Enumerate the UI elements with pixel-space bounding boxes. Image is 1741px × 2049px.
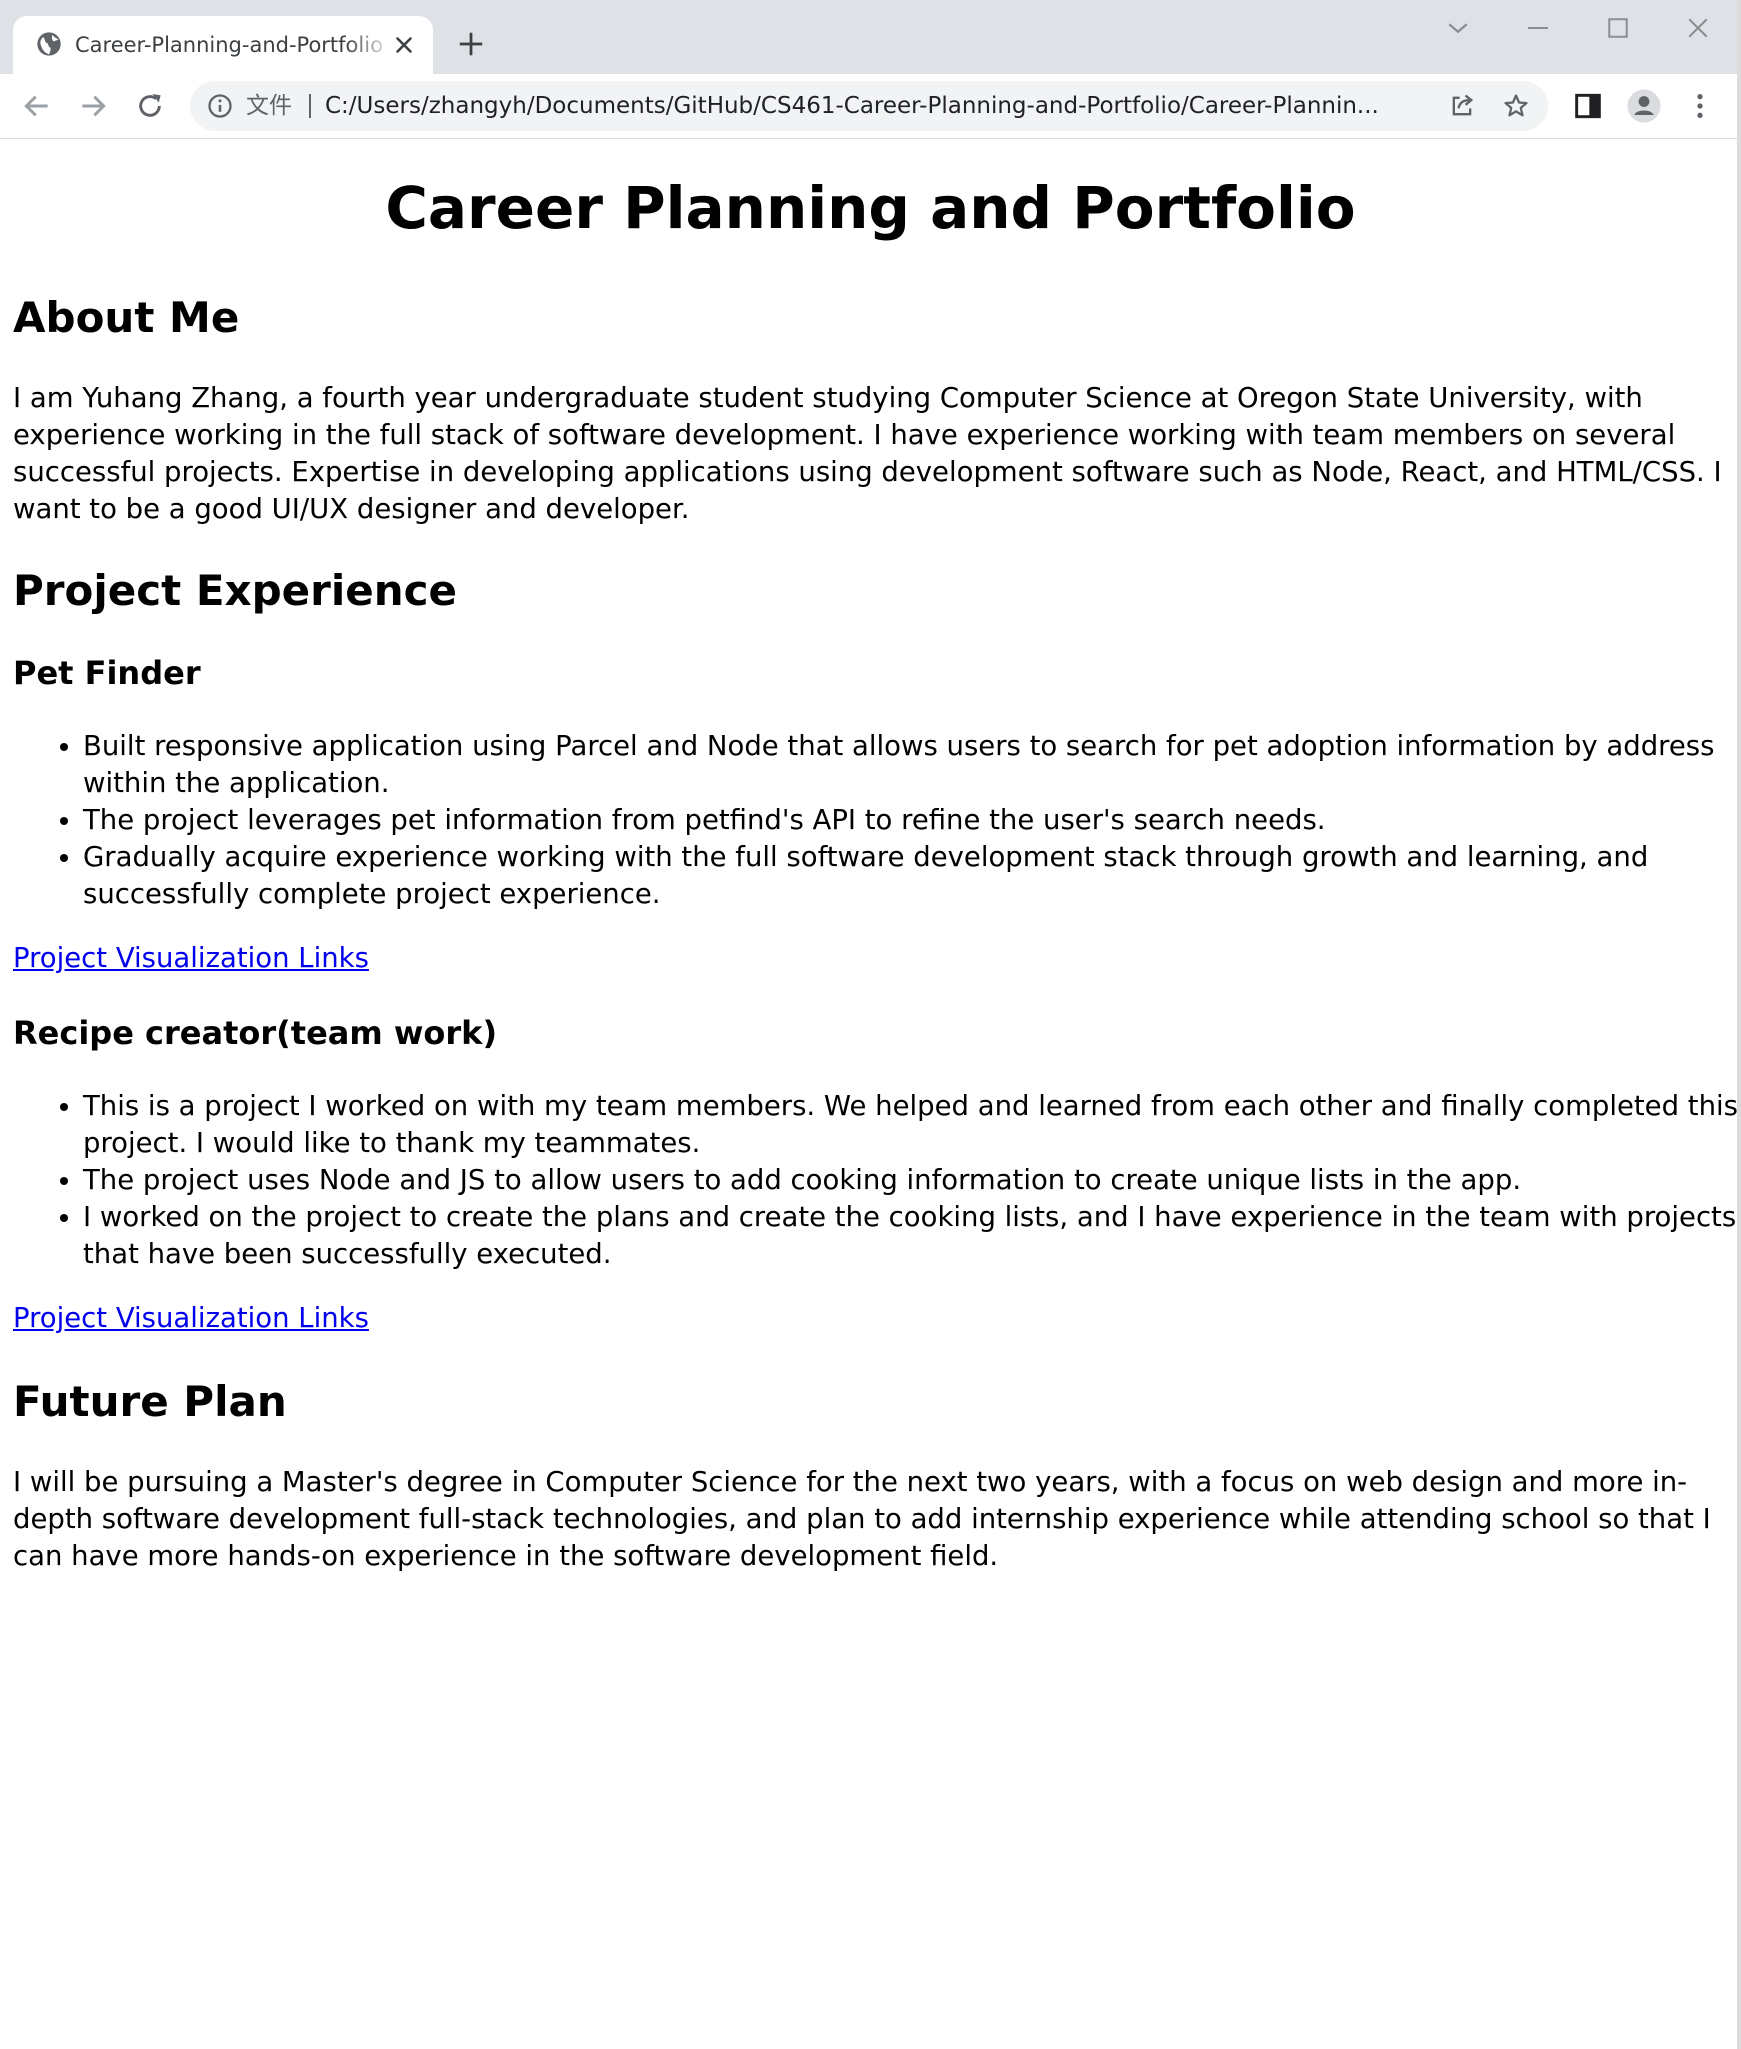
- browser-tab[interactable]: Career-Planning-and-Portfolio: [13, 16, 433, 74]
- info-icon[interactable]: [206, 92, 234, 120]
- url-text[interactable]: C:/Users/zhangyh/Documents/GitHub/CS461-…: [325, 91, 1465, 121]
- omnibox-divider: [309, 94, 311, 118]
- profile-icon[interactable]: [1626, 88, 1662, 124]
- close-icon[interactable]: [391, 32, 417, 58]
- project-title-recipe-creator: Recipe creator(team work): [13, 1014, 498, 1052]
- share-icon[interactable]: [1448, 92, 1476, 120]
- list-item: The project leverages pet information fr…: [83, 802, 1741, 839]
- browser-window: Career-Planning-and-Portfolio 文件 C:/User…: [0, 0, 1741, 2049]
- maximize-icon[interactable]: [1603, 13, 1633, 43]
- projects-heading: Project Experience: [13, 566, 458, 615]
- address-bar[interactable]: 文件 C:/Users/zhangyh/Documents/GitHub/CS4…: [190, 81, 1548, 131]
- pet-finder-bullets: Built responsive application using Parce…: [40, 728, 1741, 913]
- tab-strip: Career-Planning-and-Portfolio: [0, 0, 1741, 74]
- list-item: This is a project I worked on with my te…: [83, 1088, 1741, 1162]
- reload-icon[interactable]: [134, 90, 166, 122]
- minimize-icon[interactable]: [1523, 13, 1553, 43]
- chevron-down-icon[interactable]: [1443, 13, 1473, 43]
- project-title-pet-finder: Pet Finder: [13, 654, 201, 692]
- scheme-label: 文件: [246, 93, 292, 119]
- window-right-edge: [1737, 0, 1741, 2049]
- star-icon[interactable]: [1502, 92, 1530, 120]
- page-title: Career Planning and Portfolio: [385, 174, 1356, 242]
- pet-finder-project-link[interactable]: Project Visualization Links: [13, 940, 369, 977]
- list-item: The project uses Node and JS to allow us…: [83, 1162, 1741, 1199]
- future-text: I will be pursuing a Master's degree in …: [13, 1466, 1711, 1572]
- arrow-right-icon[interactable]: [77, 90, 109, 122]
- list-item: Gradually acquire experience working wit…: [83, 839, 1741, 913]
- globe-icon: [37, 32, 61, 56]
- browser-toolbar: 文件 C:/Users/zhangyh/Documents/GitHub/CS4…: [0, 74, 1741, 139]
- side-panel-icon[interactable]: [1572, 90, 1604, 122]
- arrow-left-icon[interactable]: [21, 90, 53, 122]
- kebab-menu-icon[interactable]: [1684, 90, 1716, 122]
- plus-icon[interactable]: [456, 29, 486, 59]
- close-icon[interactable]: [1683, 13, 1713, 43]
- about-text: I am Yuhang Zhang, a fourth year undergr…: [13, 382, 1722, 525]
- page-content: Career Planning and Portfolio About Me I…: [0, 139, 1741, 2049]
- list-item: I worked on the project to create the pl…: [83, 1199, 1741, 1273]
- recipe-creator-bullets: This is a project I worked on with my te…: [40, 1088, 1741, 1273]
- tab-title: Career-Planning-and-Portfolio: [75, 33, 383, 57]
- future-heading: Future Plan: [13, 1377, 287, 1426]
- recipe-creator-project-link[interactable]: Project Visualization Links: [13, 1300, 369, 1337]
- list-item: Built responsive application using Parce…: [83, 728, 1741, 802]
- about-heading: About Me: [13, 293, 240, 342]
